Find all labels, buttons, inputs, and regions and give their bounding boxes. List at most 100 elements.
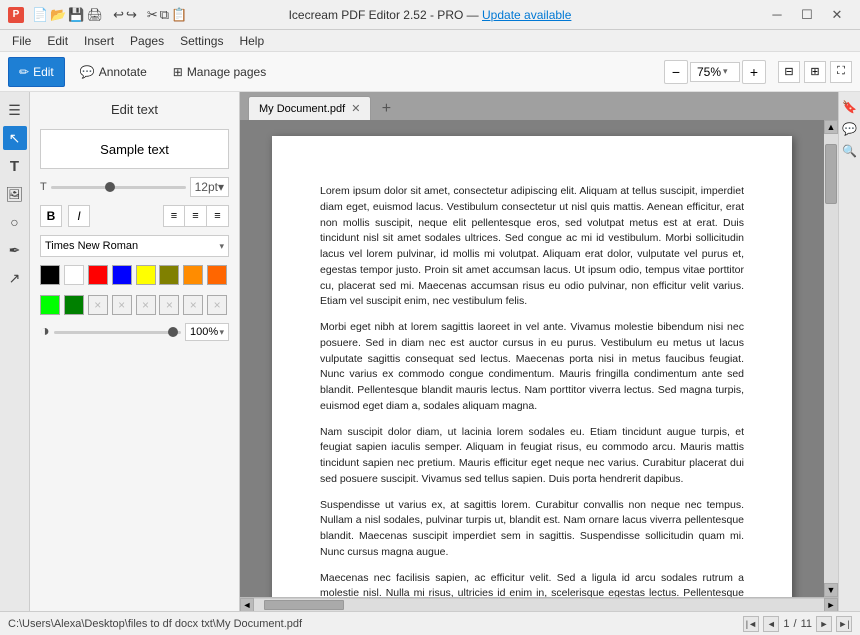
statusbar-pages: |◄ ◄ 1 / 11 ► ►|: [743, 616, 852, 632]
sidebar-image-tool[interactable]: 🖼: [3, 182, 27, 206]
scroll-thumb[interactable]: [825, 144, 837, 204]
open-file-icon[interactable]: 📂: [50, 7, 66, 23]
annotate-button[interactable]: 💬 Annotate: [69, 57, 158, 87]
toolbar-right-icons: ⊟ ⊞ ⛶: [778, 61, 852, 83]
scroll-down-button[interactable]: ▼: [824, 583, 838, 597]
redo-icon[interactable]: ↪: [126, 7, 137, 23]
color-olive[interactable]: [159, 265, 179, 285]
update-link[interactable]: Update available: [482, 8, 571, 22]
menu-insert[interactable]: Insert: [76, 32, 122, 50]
opacity-icon: ◑: [40, 323, 50, 341]
last-page-button[interactable]: ►|: [836, 616, 852, 632]
zoom-out-button[interactable]: −: [664, 60, 688, 84]
color-empty5[interactable]: [183, 295, 203, 315]
color-darkorange[interactable]: [207, 265, 227, 285]
scroll-track[interactable]: [824, 134, 838, 583]
align-center-button[interactable]: ≡: [185, 205, 207, 227]
titlebar: P 📄 📂 💾 🖨 ↩ ↪ ✂ ⧉ 📋 Icecream PDF Editor …: [0, 0, 860, 30]
titlebar-left: P 📄 📂 💾 🖨 ↩ ↪ ✂ ⧉ 📋: [8, 7, 187, 23]
font-family-dropdown-arrow: ▾: [219, 241, 224, 252]
color-yellow[interactable]: [136, 265, 156, 285]
split-vertical-icon[interactable]: ⊟: [778, 61, 800, 83]
align-right-button[interactable]: ≡: [207, 205, 229, 227]
opacity-dropdown-arrow[interactable]: ▾: [219, 327, 224, 338]
total-pages: 11: [801, 618, 812, 630]
copy-icon[interactable]: ⧉: [160, 7, 169, 23]
color-black[interactable]: [40, 265, 60, 285]
scroll-up-button[interactable]: ▲: [824, 120, 838, 134]
scroll-right-button[interactable]: ►: [824, 598, 838, 612]
opacity-slider[interactable]: [54, 331, 181, 334]
align-left-button[interactable]: ≡: [163, 205, 185, 227]
bold-button[interactable]: B: [40, 205, 62, 227]
h-scroll-thumb[interactable]: [264, 600, 344, 610]
document-tab[interactable]: My Document.pdf ✕: [248, 96, 371, 120]
main-layout: ☰ ↖ T 🖼 ○ ✒ ↗ Edit text Sample text T 12…: [0, 92, 860, 611]
pdf-viewer[interactable]: Lorem ipsum dolor sit amet, consectetur …: [240, 120, 824, 597]
color-lime[interactable]: [40, 295, 60, 315]
h-scroll-track[interactable]: [254, 599, 824, 611]
maximize-button[interactable]: ☐: [792, 4, 822, 26]
color-empty6[interactable]: [207, 295, 227, 315]
rs-search-icon[interactable]: 🔍: [841, 142, 859, 160]
para-1: Lorem ipsum dolor sit amet, consectetur …: [320, 184, 744, 310]
rs-comment-icon[interactable]: 💬: [841, 120, 859, 138]
scroll-left-button[interactable]: ◄: [240, 598, 254, 612]
doc-area: My Document.pdf ✕ + Lorem ipsum dolor si…: [240, 92, 838, 611]
para-4: Suspendisse ut varius ex, at sagittis lo…: [320, 498, 744, 561]
undo-icon[interactable]: ↩: [113, 7, 124, 23]
fullscreen-icon[interactable]: ⛶: [830, 61, 852, 83]
current-page: 1: [783, 618, 789, 630]
split-horizontal-icon[interactable]: ⊞: [804, 61, 826, 83]
minimize-button[interactable]: ─: [762, 4, 792, 26]
sidebar-text-tool[interactable]: T: [3, 154, 27, 178]
opacity-display[interactable]: 100% ▾: [185, 323, 229, 341]
color-red[interactable]: [88, 265, 108, 285]
color-empty2[interactable]: [112, 295, 132, 315]
font-size-slider[interactable]: [51, 186, 186, 189]
zoom-dropdown-arrow[interactable]: ▾: [723, 66, 728, 77]
first-page-button[interactable]: |◄: [743, 616, 759, 632]
rs-bookmark-icon[interactable]: 🔖: [841, 98, 859, 116]
color-palette-row2: [40, 295, 229, 315]
tab-add-button[interactable]: +: [375, 98, 397, 120]
pdf-page: Lorem ipsum dolor sit amet, consectetur …: [272, 136, 792, 597]
menu-pages[interactable]: Pages: [122, 32, 172, 50]
font-family-select[interactable]: Times New Roman ▾: [40, 235, 229, 257]
sidebar-hand-tool[interactable]: ☰: [3, 98, 27, 122]
next-page-button[interactable]: ►: [816, 616, 832, 632]
font-size-dropdown-arrow[interactable]: ▾: [218, 180, 224, 194]
manage-pages-button[interactable]: ⊞ Manage pages: [162, 57, 277, 87]
new-file-icon[interactable]: 📄: [32, 7, 48, 23]
zoom-in-button[interactable]: +: [742, 60, 766, 84]
color-white[interactable]: [64, 265, 84, 285]
font-size-display[interactable]: 12pt ▾: [190, 177, 229, 197]
menu-file[interactable]: File: [4, 32, 39, 50]
color-blue[interactable]: [112, 265, 132, 285]
color-orange[interactable]: [183, 265, 203, 285]
save-icon[interactable]: 💾: [68, 7, 84, 23]
paste-icon[interactable]: 📋: [171, 7, 187, 23]
cut-icon[interactable]: ✂: [147, 7, 158, 23]
color-empty1[interactable]: [88, 295, 108, 315]
color-empty3[interactable]: [136, 295, 156, 315]
menu-help[interactable]: Help: [231, 32, 272, 50]
color-green[interactable]: [64, 295, 84, 315]
edit-button[interactable]: ✏ Edit: [8, 57, 65, 87]
tab-close-button[interactable]: ✕: [351, 102, 360, 115]
font-size-row: T 12pt ▾: [40, 177, 229, 197]
sidebar-arrow-tool[interactable]: ↗: [3, 266, 27, 290]
color-empty4[interactable]: [159, 295, 179, 315]
italic-button[interactable]: I: [68, 205, 90, 227]
close-button[interactable]: ✕: [822, 4, 852, 26]
font-size-slider-thumb[interactable]: [105, 182, 115, 192]
print-icon[interactable]: 🖨: [87, 7, 104, 23]
menu-edit[interactable]: Edit: [39, 32, 76, 50]
opacity-slider-thumb[interactable]: [168, 327, 178, 337]
prev-page-button[interactable]: ◄: [763, 616, 779, 632]
edit-panel: Edit text Sample text T 12pt ▾ B I ≡ ≡ ≡: [30, 92, 240, 611]
menu-settings[interactable]: Settings: [172, 32, 231, 50]
sidebar-select-tool[interactable]: ↖: [3, 126, 27, 150]
sidebar-pen-tool[interactable]: ✒: [3, 238, 27, 262]
sidebar-shape-tool[interactable]: ○: [3, 210, 27, 234]
